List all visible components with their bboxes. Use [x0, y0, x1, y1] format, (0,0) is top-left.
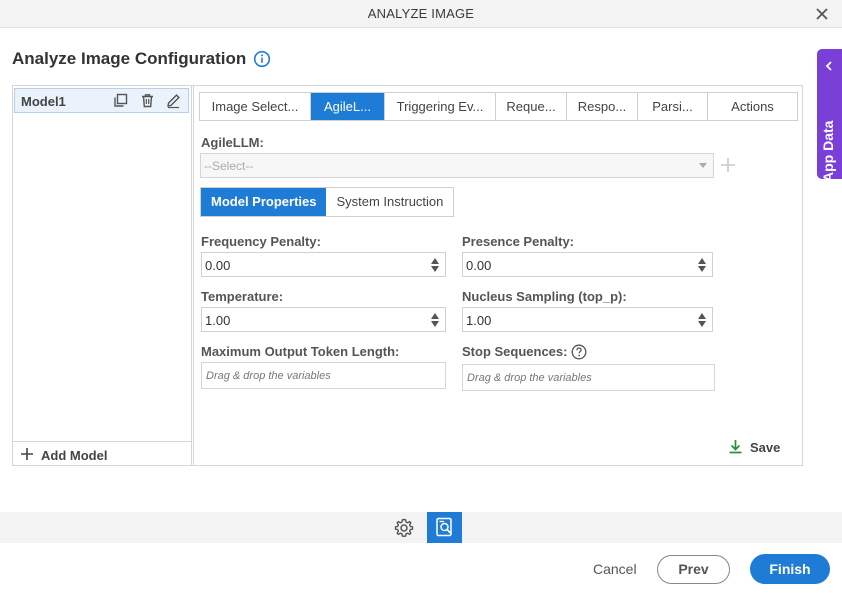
tab-actions[interactable]: Actions [708, 93, 797, 120]
app-data-label: App Data [820, 120, 836, 182]
stop-sequences-label: Stop Sequences: [462, 344, 568, 359]
subtab-system-instruction[interactable]: System Instruction [326, 188, 453, 216]
property-subtabs: Model Properties System Instruction [200, 187, 455, 217]
stepper-icon[interactable] [698, 312, 706, 328]
stepper-icon[interactable] [431, 312, 439, 328]
info-icon[interactable] [253, 50, 271, 68]
edit-icon[interactable] [165, 92, 182, 109]
add-model-button[interactable]: Add Model [13, 441, 191, 465]
subtab-model-properties[interactable]: Model Properties [201, 188, 327, 216]
finish-button[interactable]: Finish [750, 554, 830, 584]
tab-agilellm[interactable]: AgileL... [311, 93, 385, 120]
app-data-tab[interactable]: App Data [817, 49, 842, 182]
tab-response[interactable]: Respo... [567, 93, 638, 120]
close-icon[interactable] [812, 4, 832, 24]
agilellm-select[interactable]: --Select-- [200, 153, 714, 178]
chevron-down-icon [699, 163, 707, 168]
stop-sequences-input[interactable]: Drag & drop the variables [462, 364, 715, 391]
temperature-value: 1.00 [205, 313, 231, 328]
tab-triggering-events[interactable]: Triggering Ev... [385, 93, 496, 120]
tab-request[interactable]: Reque... [496, 93, 567, 120]
max-output-tokens-placeholder: Drag & drop the variables [206, 370, 331, 382]
configuration-panel: Model1 Add Model Image Select... AgileL.… [12, 85, 803, 466]
help-icon[interactable] [571, 344, 587, 360]
temperature-label: Temperature: [201, 289, 284, 304]
plus-icon [21, 448, 33, 460]
max-output-tokens-input[interactable]: Drag & drop the variables [201, 362, 446, 389]
model-name: Model1 [21, 94, 66, 109]
delete-icon[interactable] [139, 92, 156, 109]
window-title: ANALYZE IMAGE [367, 6, 475, 21]
nucleus-sampling-input[interactable]: 1.00 [462, 307, 713, 332]
tab-parsing[interactable]: Parsi... [638, 93, 708, 120]
analyze-image-view-button[interactable] [427, 512, 462, 543]
add-agilellm-icon[interactable] [720, 157, 736, 173]
download-icon [729, 440, 742, 454]
nucleus-sampling-label: Nucleus Sampling (top_p): [462, 289, 627, 304]
stepper-icon[interactable] [698, 257, 706, 273]
tab-image-selection[interactable]: Image Select... [200, 93, 311, 120]
model-list-item[interactable]: Model1 [14, 88, 189, 113]
cancel-button[interactable]: Cancel [593, 561, 637, 577]
agilellm-label: AgileLLM: [201, 135, 264, 150]
page-title: Analyze Image Configuration [12, 49, 247, 68]
title-bar: ANALYZE IMAGE [0, 0, 842, 28]
agilellm-selected-value: --Select-- [204, 159, 254, 173]
frequency-penalty-input[interactable]: 0.00 [201, 252, 446, 277]
frequency-penalty-label: Frequency Penalty: [201, 234, 321, 249]
stepper-icon[interactable] [431, 257, 439, 273]
presence-penalty-input[interactable]: 0.00 [462, 252, 713, 277]
view-toolbar [0, 512, 842, 543]
max-output-tokens-label: Maximum Output Token Length: [201, 344, 400, 359]
gear-icon[interactable] [393, 517, 415, 539]
copy-icon[interactable] [112, 92, 129, 109]
presence-penalty-value: 0.00 [466, 258, 492, 273]
chevron-left-icon [825, 61, 832, 71]
temperature-input[interactable]: 1.00 [201, 307, 446, 332]
model-list: Model1 Add Model [13, 86, 192, 465]
frequency-penalty-value: 0.00 [205, 258, 231, 273]
presence-penalty-label: Presence Penalty: [462, 234, 575, 249]
save-label: Save [750, 440, 781, 455]
add-model-label: Add Model [41, 448, 108, 463]
stop-sequences-placeholder: Drag & drop the variables [467, 372, 592, 384]
nucleus-sampling-value: 1.00 [466, 313, 492, 328]
prev-button[interactable]: Prev [657, 555, 730, 584]
image-search-icon [436, 517, 452, 537]
model-configuration: Image Select... AgileL... Triggering Ev.… [193, 86, 802, 465]
tab-bar: Image Select... AgileL... Triggering Ev.… [199, 92, 798, 121]
